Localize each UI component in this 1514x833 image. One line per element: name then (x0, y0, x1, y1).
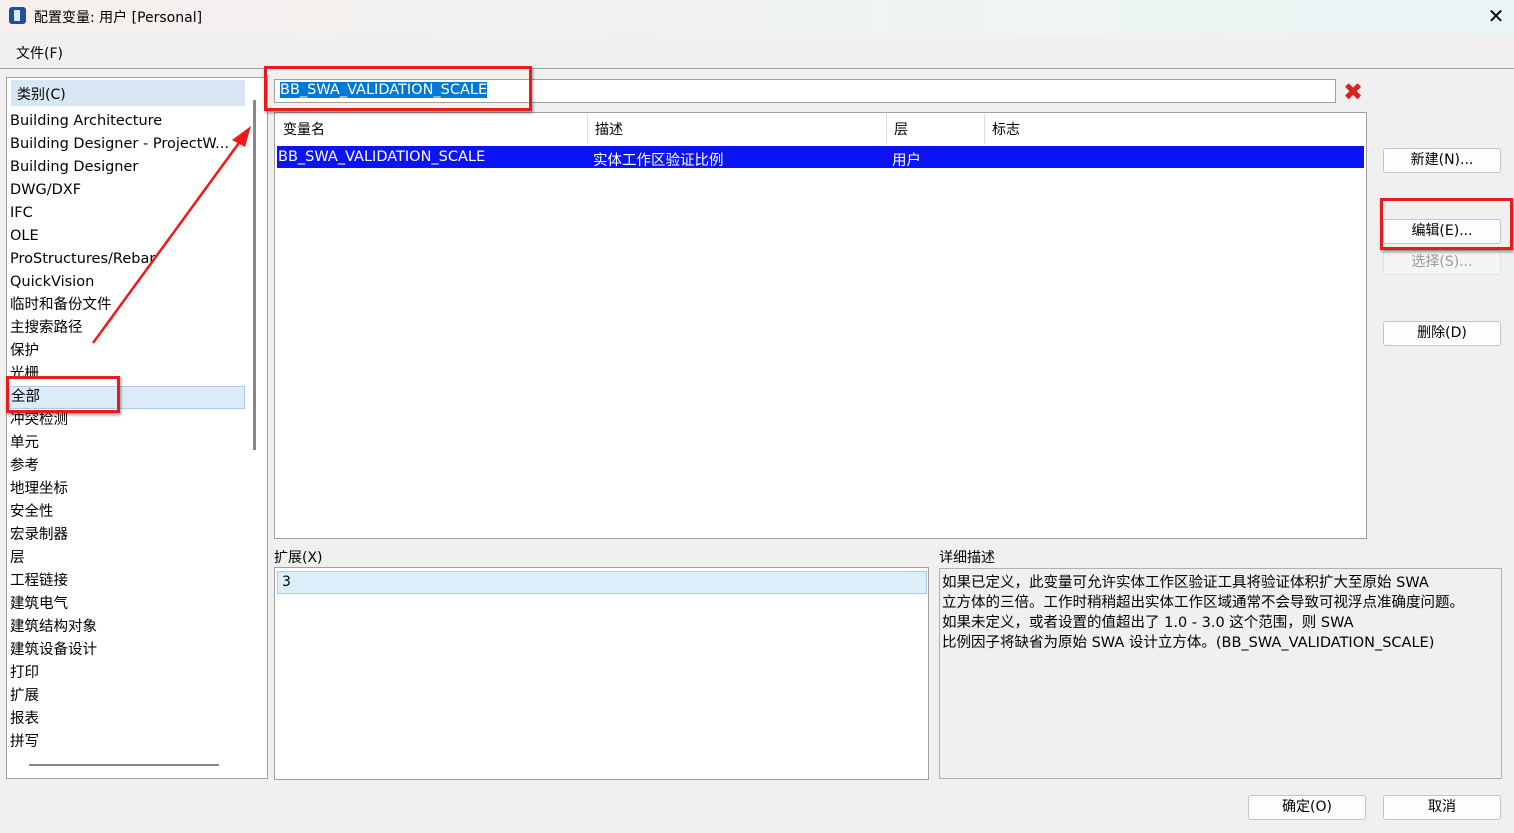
annotation-arrow (91, 126, 251, 344)
